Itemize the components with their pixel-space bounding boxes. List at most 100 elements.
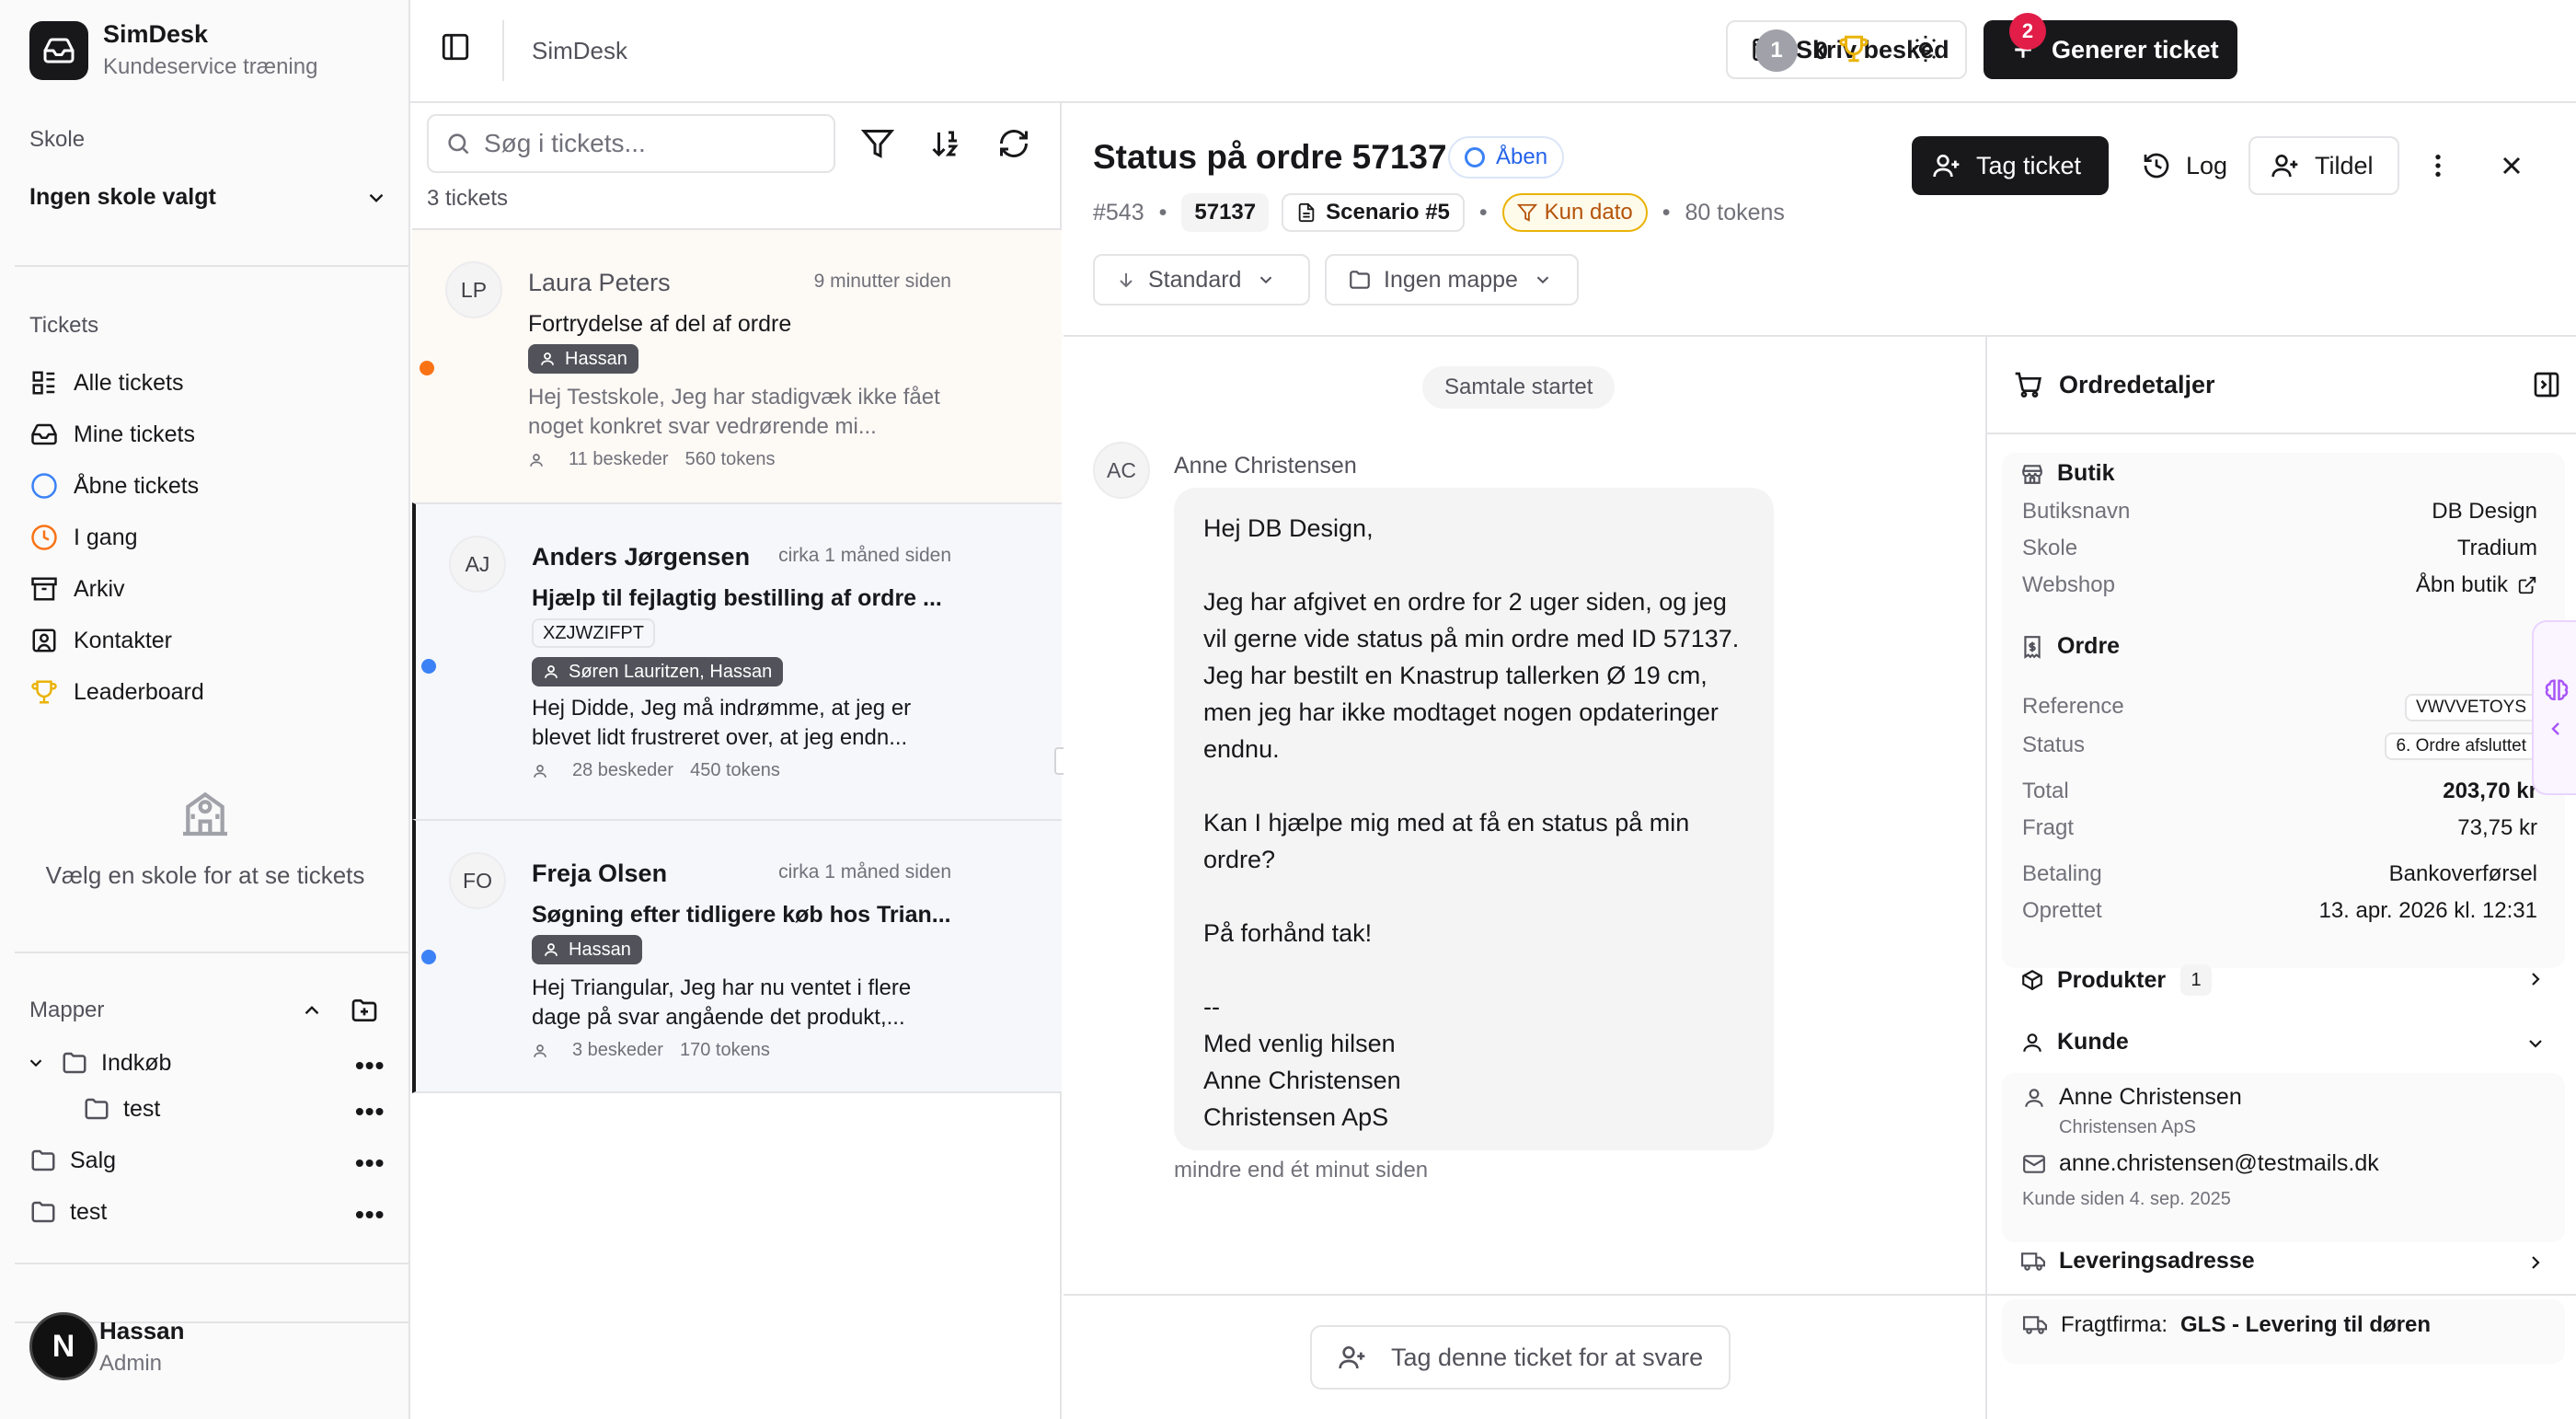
open-shop-link[interactable]: Åbn butik <box>2416 572 2537 598</box>
chevron-down-icon[interactable] <box>2524 1033 2547 1055</box>
collapse-panel-icon[interactable] <box>2532 370 2561 399</box>
list-icon <box>29 368 59 398</box>
more-icon[interactable]: ••• <box>355 1097 385 1126</box>
sidebar-toggle-icon[interactable] <box>440 31 477 68</box>
token-count: 170 tokens <box>679 1040 770 1060</box>
created-row: Oprettet 13. apr. 2026 kl. 12:31 <box>2022 898 2537 924</box>
nav-open-tickets[interactable]: Åbne tickets <box>29 460 204 512</box>
user-menu[interactable]: N Hassan Admin <box>29 1312 185 1380</box>
ticket-count: 3 tickets <box>427 186 509 211</box>
inbox-icon <box>29 420 59 449</box>
conversation-started-badge: Samtale startet <box>1422 366 1616 409</box>
row-key: Reference <box>2022 694 2124 719</box>
ai-assistant-tab[interactable] <box>2532 620 2576 795</box>
folder-icon <box>59 1049 90 1077</box>
divider <box>1987 433 2576 434</box>
truck-icon <box>2023 1316 2047 1334</box>
search-input[interactable] <box>484 129 815 158</box>
folder-icon <box>81 1095 112 1123</box>
school-select[interactable]: Ingen skole valgt <box>29 184 388 211</box>
user-icon <box>539 351 556 367</box>
filter-icon[interactable] <box>861 127 894 160</box>
nav-my-tickets[interactable]: Mine tickets <box>29 409 204 460</box>
order-chip[interactable]: 57137 <box>1181 193 1270 232</box>
chevron-right-icon[interactable] <box>2524 968 2547 990</box>
nav-leaderboard[interactable]: Leaderboard <box>29 666 204 718</box>
close-icon[interactable] <box>2497 151 2526 180</box>
row-value: Bankoverførsel <box>2388 861 2537 886</box>
refresh-icon[interactable] <box>997 127 1030 160</box>
more-vertical-icon[interactable] <box>2423 151 2453 180</box>
delivery-title: Leveringsadresse <box>2059 1248 2255 1274</box>
archive-icon <box>29 574 59 604</box>
search-box[interactable] <box>427 114 835 173</box>
priority-select[interactable]: Standard <box>1093 254 1310 306</box>
row-value: 203,70 kr <box>2443 779 2537 803</box>
ticket-tokens: 80 tokens <box>1685 199 1785 225</box>
order-details-panel: Ordredetaljer Butik Butiksnavn DB Design … <box>1985 337 2576 1419</box>
brand[interactable]: SimDesk Kundeservice træning <box>29 20 317 80</box>
user-icon <box>2022 1086 2046 1110</box>
message-author: Anne Christensen <box>1174 453 1357 479</box>
take-to-reply-button[interactable]: Tag denne ticket for at svare <box>1310 1325 1731 1390</box>
scenario-label: Scenario #5 <box>1326 200 1450 225</box>
products-section-title[interactable]: Produkter 1 <box>2020 964 2213 996</box>
ticket-item[interactable]: FO Freja Olsen cirka 1 måned siden Søgni… <box>412 819 1062 1093</box>
folder-item[interactable]: Indkøb <box>26 1049 171 1077</box>
chevron-right-icon[interactable] <box>2524 1252 2547 1274</box>
ticket-title: Status på ordre 57137 <box>1093 138 1447 176</box>
token-count: 450 tokens <box>690 760 780 780</box>
folder-item[interactable]: Salg <box>28 1147 116 1174</box>
more-icon[interactable]: ••• <box>355 1200 385 1229</box>
ticket-item[interactable]: LP Laura Peters 9 minutter siden Fortryd… <box>412 228 1062 502</box>
assign-button[interactable]: Tildel <box>2248 136 2399 195</box>
more-icon[interactable]: ••• <box>355 1148 385 1178</box>
school-value: Ingen skole valgt <box>29 184 216 210</box>
scenario-chip[interactable]: Scenario #5 <box>1282 193 1465 232</box>
circle-icon <box>29 471 59 501</box>
order-section-title[interactable]: Ordre <box>2020 633 2120 660</box>
folder-select[interactable]: Ingen mappe <box>1325 254 1579 306</box>
sort-icon[interactable] <box>929 127 962 160</box>
take-ticket-button[interactable]: Tag ticket <box>1912 136 2109 195</box>
user-icon <box>543 941 559 958</box>
user-name: Hassan <box>99 1316 185 1344</box>
trophy-icon <box>1838 33 1869 64</box>
ticket-customer: Laura Peters <box>528 269 671 296</box>
nav-in-progress[interactable]: I gang <box>29 512 204 563</box>
sun-icon[interactable] <box>1910 33 1941 64</box>
ticket-item[interactable]: AJ Anders Jørgensen cirka 1 måned siden … <box>412 502 1062 819</box>
chevron-up-icon[interactable] <box>300 998 324 1022</box>
user-icon <box>532 763 548 779</box>
new-folder-icon[interactable] <box>350 996 379 1025</box>
nav-archive[interactable]: Arkiv <box>29 563 204 615</box>
row-key: Butiksnavn <box>2022 499 2131 524</box>
ticket-time: cirka 1 måned siden <box>778 545 951 566</box>
nav-contacts[interactable]: Kontakter <box>29 615 204 666</box>
take-to-reply-label: Tag denne ticket for at svare <box>1391 1343 1704 1371</box>
row-value: 73,75 kr <box>2457 815 2537 840</box>
avatar: FO <box>449 852 506 909</box>
message-time: mindre end ét minut siden <box>1174 1158 1429 1182</box>
customer-section-title[interactable]: Kunde <box>2020 1029 2129 1056</box>
folder-item[interactable]: test <box>28 1198 107 1226</box>
circle-icon <box>1465 147 1485 167</box>
customer-email[interactable]: anne.christensen@testmails.dk <box>2059 1150 2379 1177</box>
breadcrumb[interactable]: SimDesk <box>532 37 627 65</box>
nav-all-tickets[interactable]: Alle tickets <box>29 357 204 409</box>
chevron-down-icon[interactable] <box>26 1053 46 1073</box>
delivery-section-title[interactable]: Leveringsadresse <box>2020 1248 2255 1275</box>
message-count: 3 beskeder <box>572 1040 663 1060</box>
log-label: Log <box>2186 151 2228 179</box>
row-value: Tradium <box>2456 536 2537 560</box>
user-plus-icon <box>2271 151 2300 180</box>
more-icon[interactable]: ••• <box>355 1051 385 1080</box>
folder-item[interactable]: test <box>81 1095 160 1123</box>
assignee-name: Hassan <box>565 348 627 369</box>
order-status-tag: 6. Ordre afsluttet <box>2385 733 2537 760</box>
ticket-subject: Søgning efter tidligere køb hos Trian... <box>532 902 951 928</box>
assignee-tag: Hassan <box>528 344 638 374</box>
row-key: Skole <box>2022 536 2078 560</box>
date-filter-chip[interactable]: Kun dato <box>1501 193 1648 232</box>
nav-label: Alle tickets <box>74 369 184 396</box>
